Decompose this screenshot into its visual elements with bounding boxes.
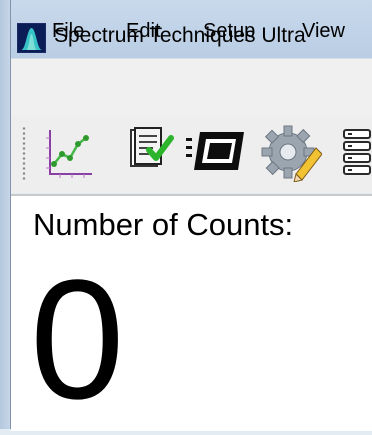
window-frame — [0, 0, 11, 429]
checklist-icon — [130, 127, 174, 167]
list-button[interactable] — [342, 124, 372, 185]
gear-pencil-icon — [261, 125, 323, 183]
menu-edit[interactable]: Edit — [126, 19, 160, 43]
counts-label: Number of Counts: — [33, 207, 294, 242]
checklist-button[interactable] — [125, 124, 175, 185]
chart-button[interactable] — [46, 124, 94, 185]
counts-value: 0 — [30, 245, 125, 435]
device-icon — [186, 132, 244, 170]
menu-view[interactable]: View — [302, 19, 345, 43]
menu-bar — [11, 58, 372, 116]
window-title: Spectrum Techniques Ultra — [54, 24, 306, 47]
menu-setup[interactable]: Setup — [203, 19, 255, 43]
settings-button[interactable] — [260, 124, 323, 187]
list-icon — [343, 129, 371, 175]
toolbar-grip[interactable] — [22, 126, 26, 182]
menu-file[interactable]: File — [52, 19, 84, 43]
device-button[interactable] — [186, 124, 248, 185]
chart-icon — [46, 130, 92, 178]
spectrum-app-icon[interactable] — [17, 23, 46, 53]
